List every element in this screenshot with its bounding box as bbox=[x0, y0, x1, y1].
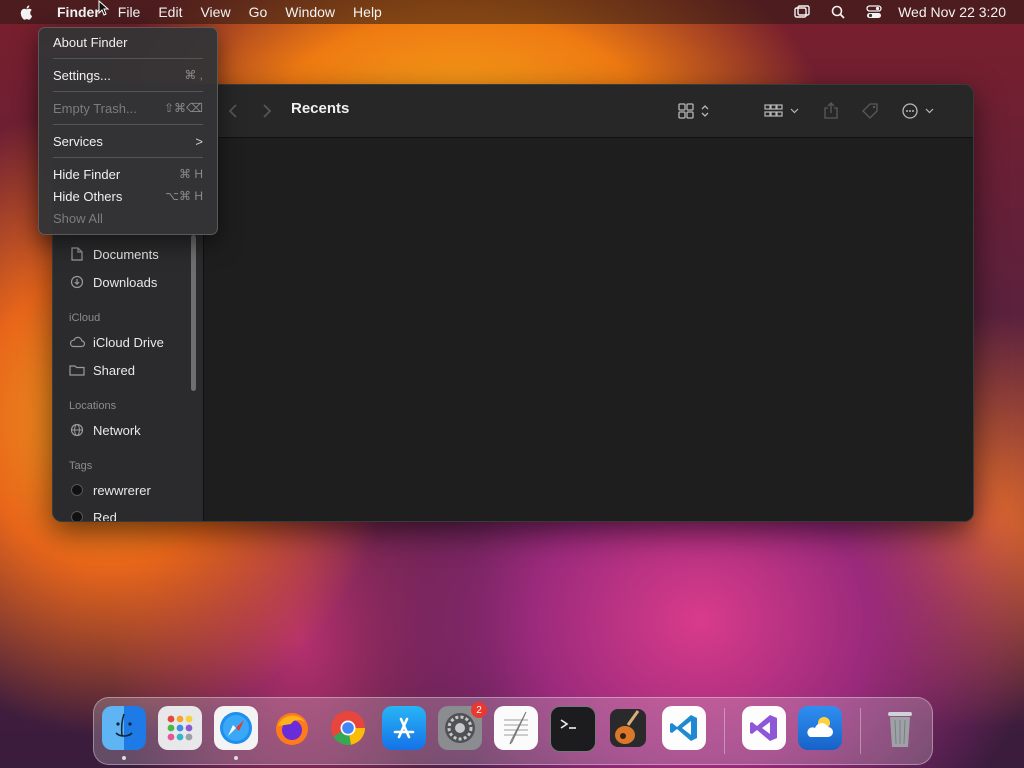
chevron-right-icon: > bbox=[195, 133, 203, 149]
sidebar-item-documents[interactable]: Documents bbox=[69, 243, 159, 265]
menu-separator bbox=[53, 124, 203, 125]
screen-mirroring-icon[interactable] bbox=[793, 3, 811, 21]
vscode-app-icon[interactable] bbox=[662, 706, 706, 750]
sidebar-item-network[interactable]: Network bbox=[69, 419, 141, 441]
finder-content-area[interactable] bbox=[204, 138, 973, 521]
sidebar-item-label: Shared bbox=[93, 362, 135, 378]
sidebar-item-downloads[interactable]: Downloads bbox=[69, 271, 157, 293]
sidebar-item-shared[interactable]: Shared bbox=[69, 359, 135, 381]
sidebar-item-label: Network bbox=[93, 422, 141, 438]
weather-app-icon[interactable] bbox=[798, 706, 842, 750]
garageband-app-icon[interactable] bbox=[606, 706, 650, 750]
menu-item-shortcut: ⌘ , bbox=[184, 68, 203, 82]
back-chevron-icon[interactable] bbox=[225, 99, 241, 123]
running-indicator bbox=[122, 756, 126, 760]
menu-item-shortcut: ⌥⌘ H bbox=[165, 189, 203, 203]
dock-separator bbox=[724, 708, 725, 754]
sidebar-section-icloud: iCloud bbox=[69, 312, 101, 324]
textedit-app-icon[interactable] bbox=[494, 706, 538, 750]
more-actions-icon[interactable] bbox=[899, 99, 939, 123]
finder-toolbar: Recents bbox=[203, 85, 973, 138]
control-center-icon[interactable] bbox=[865, 3, 883, 21]
sidebar-tag-rewwrerer[interactable]: rewwrerer bbox=[69, 479, 151, 501]
menu-item-empty-trash: Empty Trash... ⇧⌘⌫ bbox=[53, 98, 203, 118]
menu-item-label: Settings... bbox=[53, 67, 111, 83]
finder-app-icon[interactable] bbox=[102, 706, 146, 750]
sidebar-item-label: Documents bbox=[93, 246, 159, 262]
finder-menu-dropdown: About Finder Settings... ⌘ , Empty Trash… bbox=[38, 27, 218, 235]
menu-separator bbox=[53, 157, 203, 158]
menu-separator bbox=[53, 58, 203, 59]
shared-folder-icon bbox=[69, 362, 85, 378]
sidebar-tag-red[interactable]: Red bbox=[69, 506, 117, 522]
notification-badge: 2 bbox=[471, 702, 487, 718]
cloud-icon bbox=[69, 334, 85, 350]
document-icon bbox=[69, 246, 85, 262]
tag-icon[interactable] bbox=[859, 99, 881, 123]
sidebar-scrollbar[interactable] bbox=[191, 235, 196, 391]
menu-item-label: Empty Trash... bbox=[53, 100, 137, 116]
menu-item-label: Show All bbox=[53, 210, 103, 226]
menu-item-hide-finder[interactable]: Hide Finder ⌘ H bbox=[53, 164, 203, 184]
firefox-app-icon[interactable] bbox=[270, 706, 314, 750]
status-area: Wed Nov 22 3:20 bbox=[784, 0, 1024, 24]
sidebar-section-locations: Locations bbox=[69, 400, 117, 412]
spotlight-search-icon[interactable] bbox=[829, 3, 847, 21]
globe-icon bbox=[69, 422, 85, 438]
tag-color-dot bbox=[69, 482, 85, 498]
dock: 2 bbox=[93, 697, 933, 765]
sidebar-item-label: rewwrerer bbox=[93, 482, 151, 498]
menu-file[interactable]: File bbox=[109, 0, 150, 24]
terminal-app-icon[interactable] bbox=[550, 706, 596, 752]
sidebar-section-tags: Tags bbox=[69, 460, 93, 472]
menu-separator bbox=[53, 91, 203, 92]
menu-bar: Finder File Edit View Go Window Help Wed… bbox=[0, 0, 1024, 24]
sidebar-item-label: Downloads bbox=[93, 274, 158, 290]
menu-view[interactable]: View bbox=[191, 0, 239, 24]
sidebar-item-label: Red bbox=[93, 509, 117, 522]
menu-item-services[interactable]: Services > bbox=[53, 131, 203, 151]
menu-item-about-finder[interactable]: About Finder bbox=[53, 32, 203, 52]
menu-item-shortcut: ⌘ H bbox=[179, 167, 203, 181]
share-icon[interactable] bbox=[821, 99, 841, 123]
menu-item-shortcut: ⇧⌘⌫ bbox=[163, 101, 203, 115]
menu-item-hide-others[interactable]: Hide Others ⌥⌘ H bbox=[53, 186, 203, 206]
view-mode-icon[interactable] bbox=[675, 99, 715, 123]
tag-color-dot bbox=[69, 509, 85, 521]
menu-bar-clock[interactable]: Wed Nov 22 3:20 bbox=[898, 4, 1006, 20]
group-by-icon[interactable] bbox=[761, 99, 803, 123]
forward-chevron-icon[interactable] bbox=[259, 99, 275, 123]
menu-go[interactable]: Go bbox=[240, 0, 277, 24]
menu-item-label: About Finder bbox=[53, 34, 128, 50]
sidebar-item-icloud-drive[interactable]: iCloud Drive bbox=[69, 331, 164, 353]
sidebar-item-label: iCloud Drive bbox=[93, 334, 164, 350]
menu-help[interactable]: Help bbox=[344, 0, 391, 24]
running-indicator bbox=[234, 756, 238, 760]
chrome-app-icon[interactable] bbox=[326, 706, 370, 750]
menu-item-label: Hide Others bbox=[53, 188, 123, 204]
app-store-app-icon[interactable] bbox=[382, 706, 426, 750]
safari-app-icon[interactable] bbox=[214, 706, 258, 750]
menu-window[interactable]: Window bbox=[276, 0, 344, 24]
menu-item-label: Hide Finder bbox=[53, 166, 121, 182]
visual-studio-app-icon[interactable] bbox=[742, 706, 786, 750]
launchpad-app-icon[interactable] bbox=[158, 706, 202, 750]
menu-edit[interactable]: Edit bbox=[149, 0, 191, 24]
download-icon bbox=[69, 274, 85, 290]
apple-icon[interactable] bbox=[18, 3, 36, 21]
dock-separator bbox=[860, 708, 861, 754]
window-title: Recents bbox=[291, 100, 350, 117]
mouse-cursor-icon bbox=[98, 0, 110, 16]
menu-item-show-all: Show All bbox=[53, 208, 203, 228]
menu-item-settings[interactable]: Settings... ⌘ , bbox=[53, 65, 203, 85]
menu-item-label: Services bbox=[53, 133, 103, 149]
trash-icon[interactable] bbox=[878, 706, 922, 750]
